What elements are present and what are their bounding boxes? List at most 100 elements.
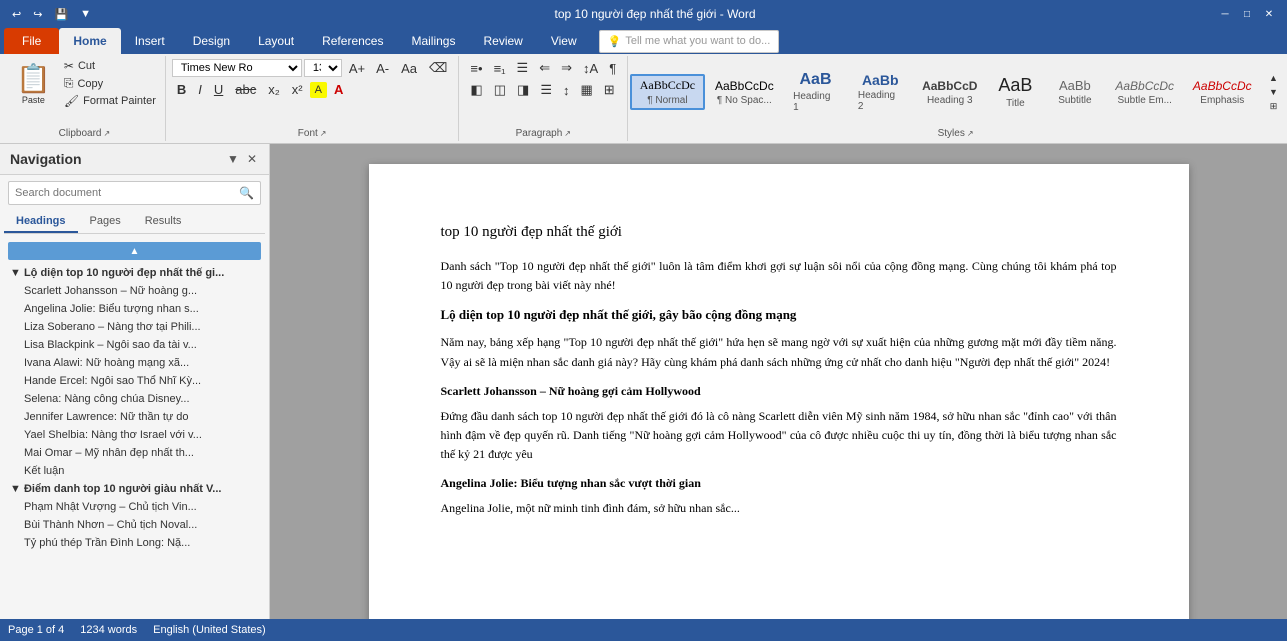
styles-expander[interactable]: ↗ [967,129,974,138]
nav-item-10[interactable]: Mai Omar – Mỹ nhân đẹp nhất th... [0,444,269,462]
style-no-spacing[interactable]: AaBbCcDc ¶ No Spac... [707,76,783,109]
tab-insert[interactable]: Insert [121,28,179,54]
increase-indent-button[interactable]: ⇒ [556,58,577,78]
style-emphasis[interactable]: AaBbCcDc Emphasis [1184,76,1260,109]
nav-item-9[interactable]: Yael Shelbia: Nàng thơ Israel với v... [0,426,269,444]
customize-qa-button[interactable]: ▼ [76,6,95,22]
tab-home[interactable]: Home [59,28,120,54]
line-spacing-button[interactable]: ↕ [558,81,575,100]
shading-button[interactable]: ▦ [575,80,597,100]
numbering-button[interactable]: ≡₁ [489,59,511,78]
save-button[interactable]: 💾 [50,6,72,23]
style-subtitle[interactable]: AaBb Subtitle [1045,75,1105,109]
nav-item-2[interactable]: Angelina Jolie: Biểu tượng nhan s... [0,300,269,318]
styles-more[interactable]: ⊞ [1266,100,1281,113]
style-subtle-em[interactable]: AaBbCcDc Subtle Em... [1107,76,1183,109]
align-center-button[interactable]: ◫ [489,80,511,100]
tab-file[interactable]: File [4,28,59,54]
change-case-button[interactable]: Aa [396,59,422,78]
document-area[interactable]: top 10 người đẹp nhất thế giới Danh sách… [270,144,1287,619]
lightbulb-icon: 💡 [608,35,622,48]
sort-button[interactable]: ↕A [578,59,603,78]
tab-layout[interactable]: Layout [244,28,308,54]
cut-button[interactable]: ✂ Cut [61,58,159,74]
font-size-select[interactable]: 13 [304,59,342,77]
nav-item-7[interactable]: Selena: Nàng công chúa Disney... [0,390,269,408]
style-title[interactable]: AaB Title [988,72,1043,112]
font-expander[interactable]: ↗ [320,129,327,138]
nav-item-6[interactable]: Hande Ercel: Ngôi sao Thổ Nhĩ Kỳ... [0,372,269,390]
highlight-button[interactable]: A [310,82,327,98]
nav-close-button[interactable]: ✕ [245,150,259,168]
nav-tab-pages[interactable]: Pages [78,211,133,233]
font-label: Font ↗ [298,126,327,139]
tab-review[interactable]: Review [469,28,536,54]
nav-item-conclusion[interactable]: Kết luận [0,462,269,480]
styles-scroll-up[interactable]: ▲ [1266,72,1281,84]
nav-item-rich1[interactable]: Phạm Nhật Vượng – Chủ tịch Vin... [0,498,269,516]
nav-item-8[interactable]: Jennifer Lawrence: Nữ thần tự do [0,408,269,426]
align-left-button[interactable]: ◧ [465,80,487,100]
strikethrough-button[interactable]: abc [230,80,261,99]
align-right-button[interactable]: ◨ [512,80,534,100]
navigation-pane: Navigation ▼ ✕ 🔍 Headings Pages Results … [0,144,270,619]
nav-item-4[interactable]: Lisa Blackpink – Ngôi sao đa tài v... [0,336,269,354]
style-heading1[interactable]: AaB Heading 1 [784,68,847,116]
nav-item-1[interactable]: Scarlett Johansson – Nữ hoàng g... [0,282,269,300]
underline-button[interactable]: U [209,80,228,99]
tab-mailings[interactable]: Mailings [397,28,469,54]
redo-button[interactable]: ↪ [29,6,46,23]
clear-formatting-button[interactable]: ⌫ [424,58,452,78]
styles-label: Styles ↗ [938,126,974,139]
clipboard-expander[interactable]: ↗ [103,129,110,138]
search-icon[interactable]: 🔍 [233,182,260,204]
font-name-select[interactable]: Times New Ro [172,59,302,77]
nav-tab-headings[interactable]: Headings [4,211,78,233]
justify-button[interactable]: ☰ [535,80,557,100]
copy-button[interactable]: ⎘ Copy [61,75,159,92]
bold-button[interactable]: B [172,80,191,99]
italic-button[interactable]: I [193,80,207,99]
subscript-button[interactable]: x₂ [263,80,285,99]
superscript-button[interactable]: x² [287,80,308,99]
nav-item-rich3[interactable]: Tỷ phú thép Trần Đình Long: Nặ... [0,534,269,552]
nav-item-5[interactable]: Ivana Alawi: Nữ hoàng mạng xã... [0,354,269,372]
undo-button[interactable]: ↩ [8,6,25,23]
search-input[interactable] [9,183,233,203]
styles-scroll-down[interactable]: ▼ [1266,86,1281,98]
nav-menu-button[interactable]: ▼ [225,150,241,168]
maximize-button[interactable]: □ [1237,6,1257,22]
paste-button[interactable]: 📋 Paste [10,60,57,107]
nav-item-heading2[interactable]: ▼ Điểm danh top 10 người giàu nhất V... [0,480,269,498]
nav-item-3[interactable]: Liza Soberano – Nàng thơ tại Phili... [0,318,269,336]
paste-icon: 📋 [16,62,51,95]
multilevel-button[interactable]: ☰ [512,58,534,78]
paragraph-expander[interactable]: ↗ [564,129,571,138]
shrink-font-button[interactable]: A- [371,59,394,78]
nav-item-rich2[interactable]: Bùi Thành Nhơn – Chủ tịch Noval... [0,516,269,534]
decrease-indent-button[interactable]: ⇐ [534,58,555,78]
nav-tab-results[interactable]: Results [133,211,194,233]
font-color-button[interactable]: A [329,80,348,99]
style-emphasis-preview: AaBbCcDc [1193,79,1252,93]
style-h3-label: Heading 3 [927,95,973,106]
ribbon-group-paragraph: ≡• ≡₁ ☰ ⇐ ⇒ ↕A ¶ ◧ ◫ ◨ ☰ ↕ ▦ ⊞ [459,56,628,141]
format-painter-button[interactable]: 🖌 Format Painter [61,93,159,109]
style-normal[interactable]: AaBbCcDc ¶ Normal [630,74,704,110]
copy-label: Copy [77,78,103,90]
show-formatting-button[interactable]: ¶ [604,59,621,78]
minimize-button[interactable]: ─ [1215,6,1235,22]
grow-font-button[interactable]: A+ [344,59,370,78]
quick-access-toolbar: ↩ ↪ 💾 ▼ [8,6,95,23]
nav-item-main-heading[interactable]: ▼ Lộ diện top 10 người đẹp nhất thế gi..… [0,264,269,282]
style-heading2[interactable]: AaBb Heading 2 [849,69,912,115]
close-button[interactable]: ✕ [1259,6,1279,22]
tab-design[interactable]: Design [179,28,244,54]
borders-button[interactable]: ⊞ [599,80,620,100]
tab-view[interactable]: View [537,28,591,54]
style-heading3[interactable]: AaBbCcD Heading 3 [914,76,986,109]
tell-me-bar[interactable]: 💡 Tell me what you want to do... [599,30,780,53]
style-h1-label: Heading 1 [793,91,838,113]
tab-references[interactable]: References [308,28,397,54]
bullets-button[interactable]: ≡• [465,59,487,78]
